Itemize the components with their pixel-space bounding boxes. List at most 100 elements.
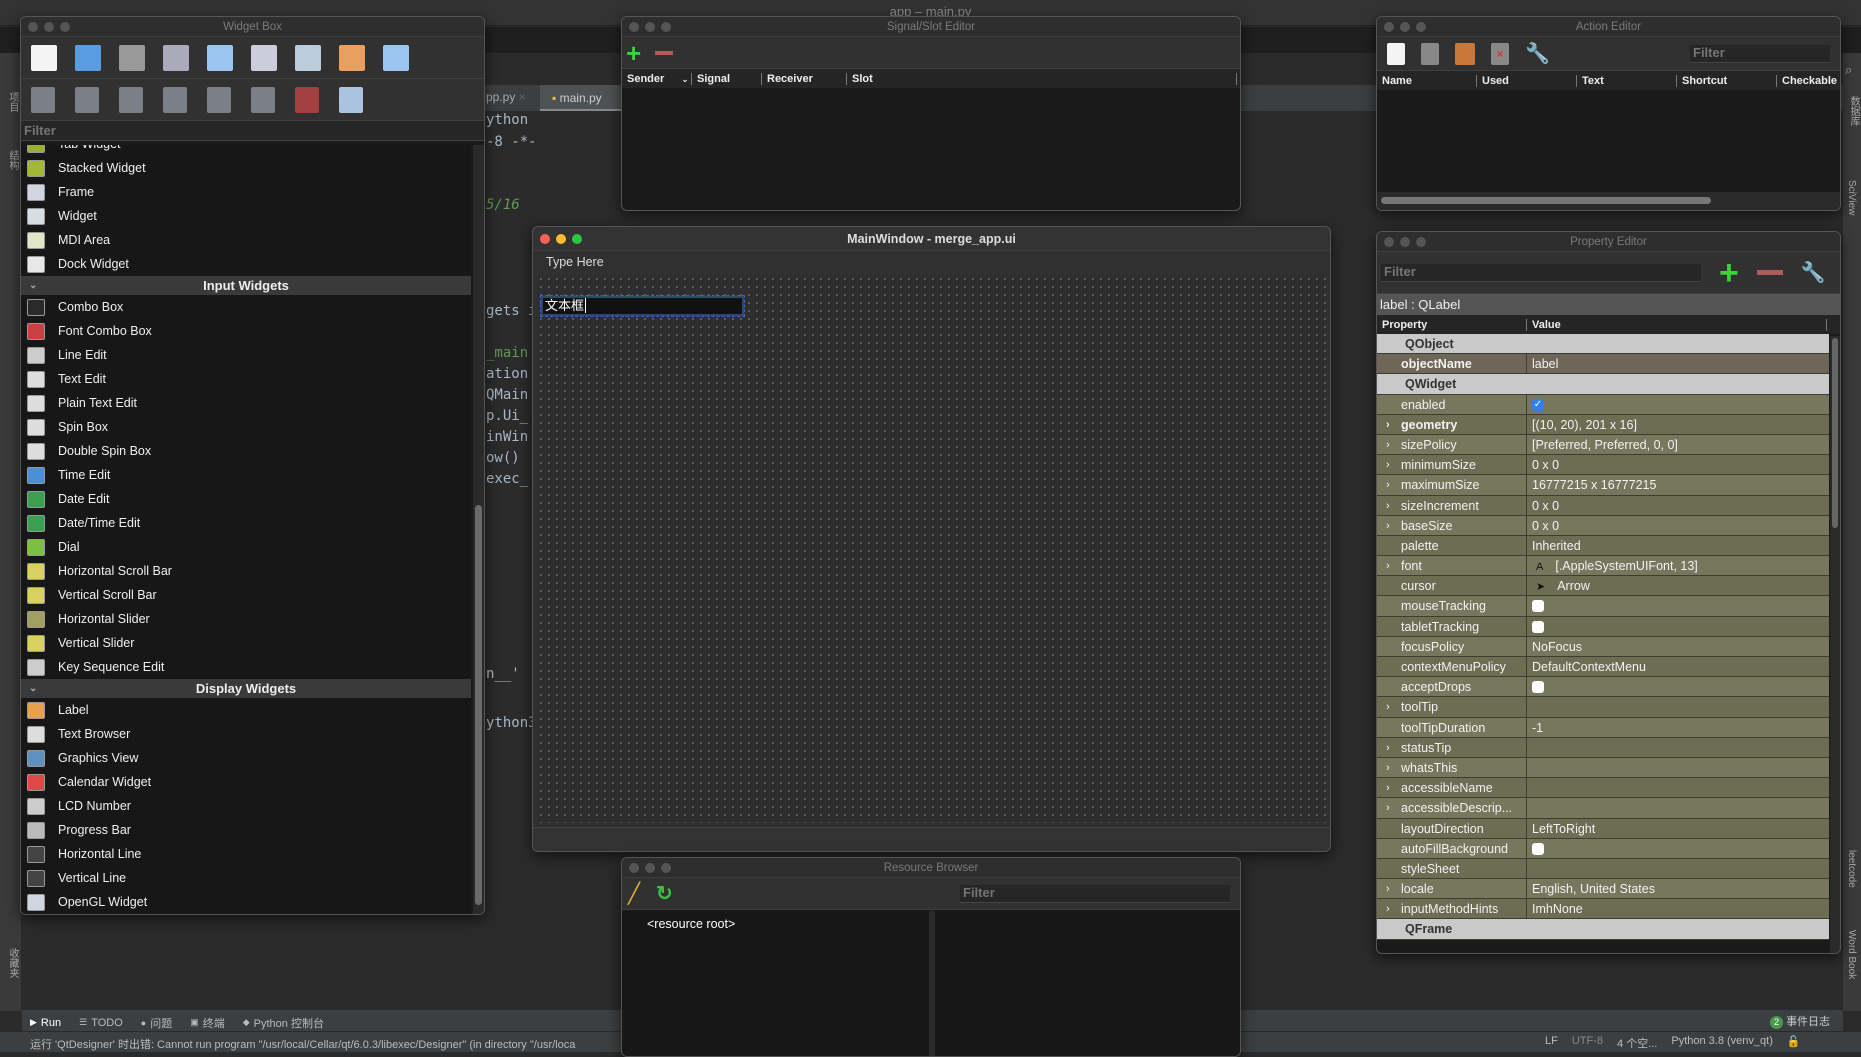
widget-filter-input[interactable] xyxy=(21,121,484,141)
widget-item[interactable]: OpenGL Widget xyxy=(21,890,471,914)
action-editor-titlebar[interactable]: Action Editor xyxy=(1377,17,1840,37)
col-receiver[interactable]: Receiver xyxy=(762,73,847,85)
chevron-right-icon[interactable]: › xyxy=(1386,475,1390,494)
property-checkbox[interactable] xyxy=(1532,681,1544,694)
property-value[interactable]: NoFocus xyxy=(1527,637,1582,656)
edit-buddies-icon[interactable] xyxy=(339,44,365,71)
property-value[interactable] xyxy=(1527,778,1532,797)
chevron-right-icon[interactable]: › xyxy=(1386,758,1390,777)
signal-slot-titlebar[interactable]: Signal/Slot Editor xyxy=(622,17,1240,37)
col-text[interactable]: Text xyxy=(1577,75,1677,87)
widget-item[interactable]: Dial xyxy=(21,535,471,559)
left-tab-structure[interactable]: 结构 xyxy=(5,150,20,170)
property-row[interactable]: autoFillBackground xyxy=(1377,838,1829,859)
col-signal[interactable]: Signal xyxy=(692,73,762,85)
property-row[interactable]: styleSheet xyxy=(1377,858,1829,880)
window-controls[interactable] xyxy=(629,863,671,873)
widget-item[interactable]: Font Combo Box xyxy=(21,319,471,343)
widget-item[interactable]: Vertical Scroll Bar xyxy=(21,583,471,607)
new-action-icon[interactable] xyxy=(1387,42,1405,65)
property-value[interactable]: LeftToRight xyxy=(1527,819,1595,838)
layout-horizontal-splitter-icon[interactable] xyxy=(119,86,143,113)
tool-tab-problems[interactable]: ● 问题 xyxy=(141,1015,172,1031)
property-row[interactable]: › statusTip xyxy=(1377,737,1829,758)
layout-vertical-icon[interactable] xyxy=(75,86,99,113)
widget-item[interactable]: Graphics View xyxy=(21,746,471,770)
chevron-right-icon[interactable]: › xyxy=(1386,435,1390,454)
chevron-right-icon[interactable]: › xyxy=(1386,415,1390,434)
left-tab-favorites[interactable]: 收藏夹 xyxy=(5,948,20,978)
widget-item[interactable]: Time Edit xyxy=(21,463,471,487)
property-row[interactable]: › accessibleName xyxy=(1377,778,1829,799)
col-shortcut[interactable]: Shortcut xyxy=(1677,75,1777,87)
property-value[interactable] xyxy=(1527,758,1532,777)
property-value[interactable] xyxy=(1527,697,1532,716)
edit-widgets-icon[interactable] xyxy=(251,44,277,71)
property-row[interactable]: › maximumSize 16777215 x 16777215 xyxy=(1377,475,1829,496)
tool-tab-play[interactable]: ▶ Run xyxy=(30,1015,61,1031)
property-checkbox[interactable] xyxy=(1532,620,1544,633)
tool-tab-list[interactable]: ☰ TODO xyxy=(79,1015,123,1031)
property-row[interactable]: acceptDrops xyxy=(1377,677,1829,698)
property-checkbox[interactable] xyxy=(1532,842,1544,855)
send-to-back-icon[interactable] xyxy=(163,44,189,71)
property-row[interactable]: palette Inherited xyxy=(1377,535,1829,557)
property-checkbox[interactable]: ✓ xyxy=(1532,398,1544,411)
property-row[interactable]: mouseTracking xyxy=(1377,596,1829,617)
layout-vertical-splitter-icon[interactable] xyxy=(163,86,187,113)
resource-browser-titlebar[interactable]: Resource Browser xyxy=(622,858,1240,878)
property-row[interactable]: › inputMethodHints ImhNone xyxy=(1377,899,1829,920)
chevron-right-icon[interactable]: › xyxy=(1386,455,1390,474)
col-sender[interactable]: Sender ⌄ xyxy=(622,73,692,85)
menu-type-here[interactable]: Type Here xyxy=(546,255,604,269)
property-row[interactable]: toolTipDuration -1 xyxy=(1377,717,1829,738)
resource-filter-input[interactable] xyxy=(960,884,1230,903)
widget-item[interactable]: Double Spin Box xyxy=(21,439,471,463)
property-value[interactable] xyxy=(1527,617,1544,636)
property-value[interactable]: [Preferred, Preferred, 0, 0] xyxy=(1527,435,1678,454)
widget-item[interactable]: Combo Box xyxy=(21,295,471,319)
property-row[interactable]: focusPolicy NoFocus xyxy=(1377,636,1829,657)
editor-tab-main[interactable]: ▪ main.py xyxy=(540,85,622,111)
property-editor-titlebar[interactable]: Property Editor xyxy=(1377,232,1840,252)
property-value[interactable] xyxy=(1527,839,1544,858)
widget-item[interactable]: Text Edit xyxy=(21,367,471,391)
property-row[interactable]: objectName label xyxy=(1377,354,1829,375)
remove-dynamic-property-icon[interactable] xyxy=(1756,270,1783,275)
widget-item[interactable]: Horizontal Slider xyxy=(21,607,471,631)
widget-item[interactable]: Calendar Widget xyxy=(21,770,471,794)
property-row[interactable]: › accessibleDescrip... xyxy=(1377,798,1829,819)
widget-item[interactable]: Frame xyxy=(21,180,471,204)
right-tab-sciview[interactable]: SciView xyxy=(1846,180,1857,215)
property-row[interactable]: enabled ✓ xyxy=(1377,394,1829,415)
editor-tab-app[interactable]: pp.py × xyxy=(486,90,526,104)
property-value[interactable] xyxy=(1527,798,1532,817)
chevron-right-icon[interactable]: › xyxy=(1386,879,1390,898)
property-row[interactable]: › toolTip xyxy=(1377,697,1829,718)
reload-icon[interactable]: ↻ xyxy=(656,881,673,906)
save-form-icon[interactable] xyxy=(119,44,145,71)
property-checkbox[interactable] xyxy=(1532,600,1544,613)
property-value[interactable]: A [.AppleSystemUIFont, 13] xyxy=(1527,556,1698,575)
property-value[interactable] xyxy=(1527,738,1532,757)
form-menubar[interactable]: Type Here xyxy=(533,251,1330,273)
property-value[interactable]: 0 x 0 xyxy=(1527,496,1559,515)
window-controls[interactable] xyxy=(629,22,671,32)
property-row[interactable]: › font A [.AppleSystemUIFont, 13] xyxy=(1377,556,1829,577)
chevron-right-icon[interactable]: › xyxy=(1386,697,1390,716)
resource-root-item[interactable]: <resource root> xyxy=(647,917,735,931)
layout-horizontal-icon[interactable] xyxy=(31,86,55,113)
property-value[interactable]: 0 x 0 xyxy=(1527,516,1559,535)
layout-grid-icon[interactable] xyxy=(207,86,231,113)
property-value[interactable]: ✓ xyxy=(1527,395,1544,414)
property-filter-input[interactable] xyxy=(1381,263,1701,282)
property-value[interactable] xyxy=(1527,859,1532,878)
adjust-size-icon[interactable] xyxy=(339,86,363,113)
widget-item[interactable]: Widget xyxy=(21,204,471,228)
property-row[interactable]: contextMenuPolicy DefaultContextMenu xyxy=(1377,657,1829,678)
widget-item[interactable]: Line Edit xyxy=(21,343,471,367)
close-icon[interactable]: × xyxy=(519,90,526,104)
property-value[interactable]: Inherited xyxy=(1527,536,1581,555)
label-widget[interactable]: 文本框 xyxy=(540,295,745,317)
widget-box-titlebar[interactable]: Widget Box xyxy=(21,17,484,37)
